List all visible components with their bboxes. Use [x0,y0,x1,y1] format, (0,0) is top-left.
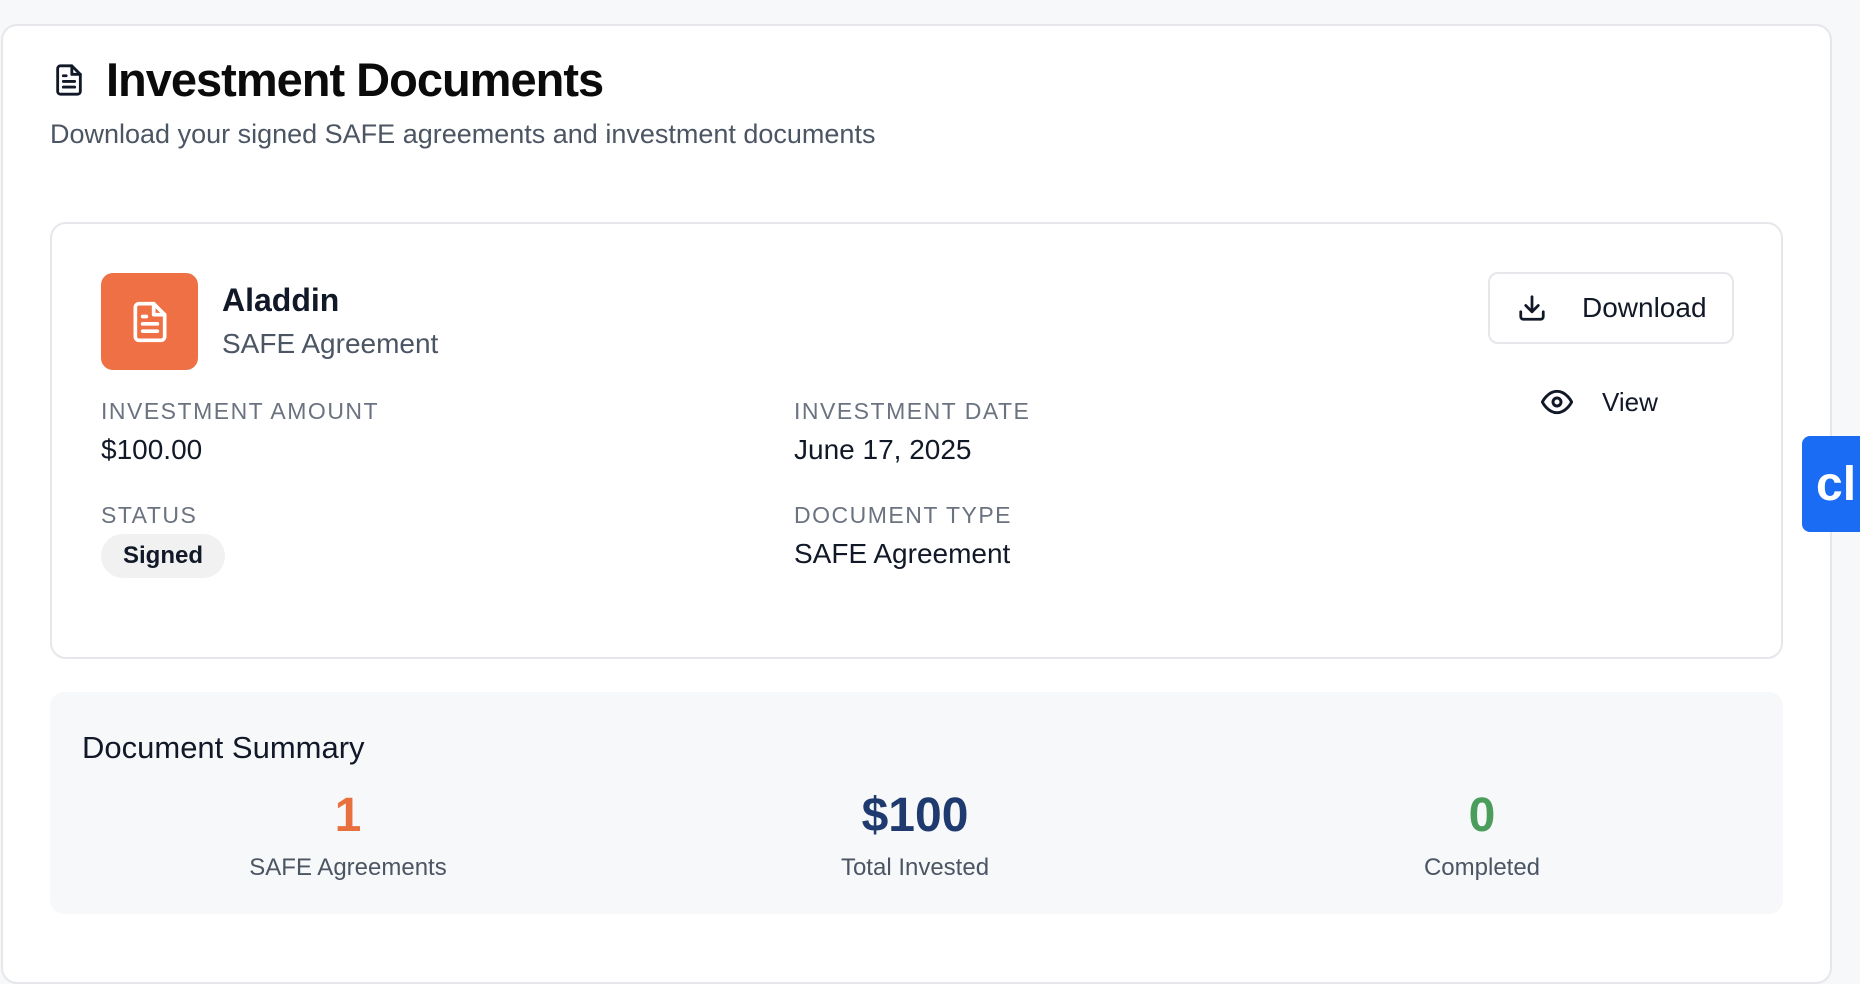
investment-date-value: June 17, 2025 [794,434,972,465]
title-row: Investment Documents [50,52,875,107]
stat-value: 0 [1468,789,1496,842]
stat-safe-agreements: 1 SAFE Agreements [148,792,548,882]
side-chat-tab[interactable]: cl [1802,436,1860,532]
page-title: Investment Documents [106,53,604,106]
download-button-label: Download [1582,292,1707,323]
view-button-label: View [1602,386,1658,417]
document-type-label: DOCUMENT TYPE [794,502,1013,528]
document-icon [50,61,88,99]
summary-title: Document Summary [82,730,365,765]
stat-caption: Completed [1423,854,1541,881]
view-button[interactable]: View [1540,382,1658,422]
stat-completed: 0 Completed [1282,792,1682,882]
download-icon [1516,292,1548,324]
investment-amount-value: $100.00 [101,434,203,465]
page-header: Investment Documents Download your signe… [50,52,875,150]
page-subtitle: Download your signed SAFE agreements and… [50,119,876,149]
document-type-value: SAFE Agreement [794,538,1011,569]
status-badge: Signed [101,534,226,578]
stat-total-invested: $100 Total Invested [715,792,1115,882]
stat-value: 1 [334,789,362,842]
investment-date-label: INVESTMENT DATE [794,398,1031,424]
document-badge-icon [101,273,198,370]
document-item-card: Aladdin SAFE Agreement INVESTMENT AMOUNT… [50,222,1783,659]
download-button[interactable]: Download [1488,272,1734,344]
document-summary: Document Summary 1 SAFE Agreements $100 … [50,692,1783,914]
stat-value: $100 [861,789,969,842]
eye-icon [1540,385,1574,419]
document-subtype: SAFE Agreement [222,328,439,359]
investment-amount-label: INVESTMENT AMOUNT [101,398,380,424]
stat-caption: SAFE Agreements [249,854,447,881]
stat-caption: Total Invested [840,854,990,881]
status-label: STATUS [101,502,198,528]
document-name: Aladdin [222,282,340,318]
